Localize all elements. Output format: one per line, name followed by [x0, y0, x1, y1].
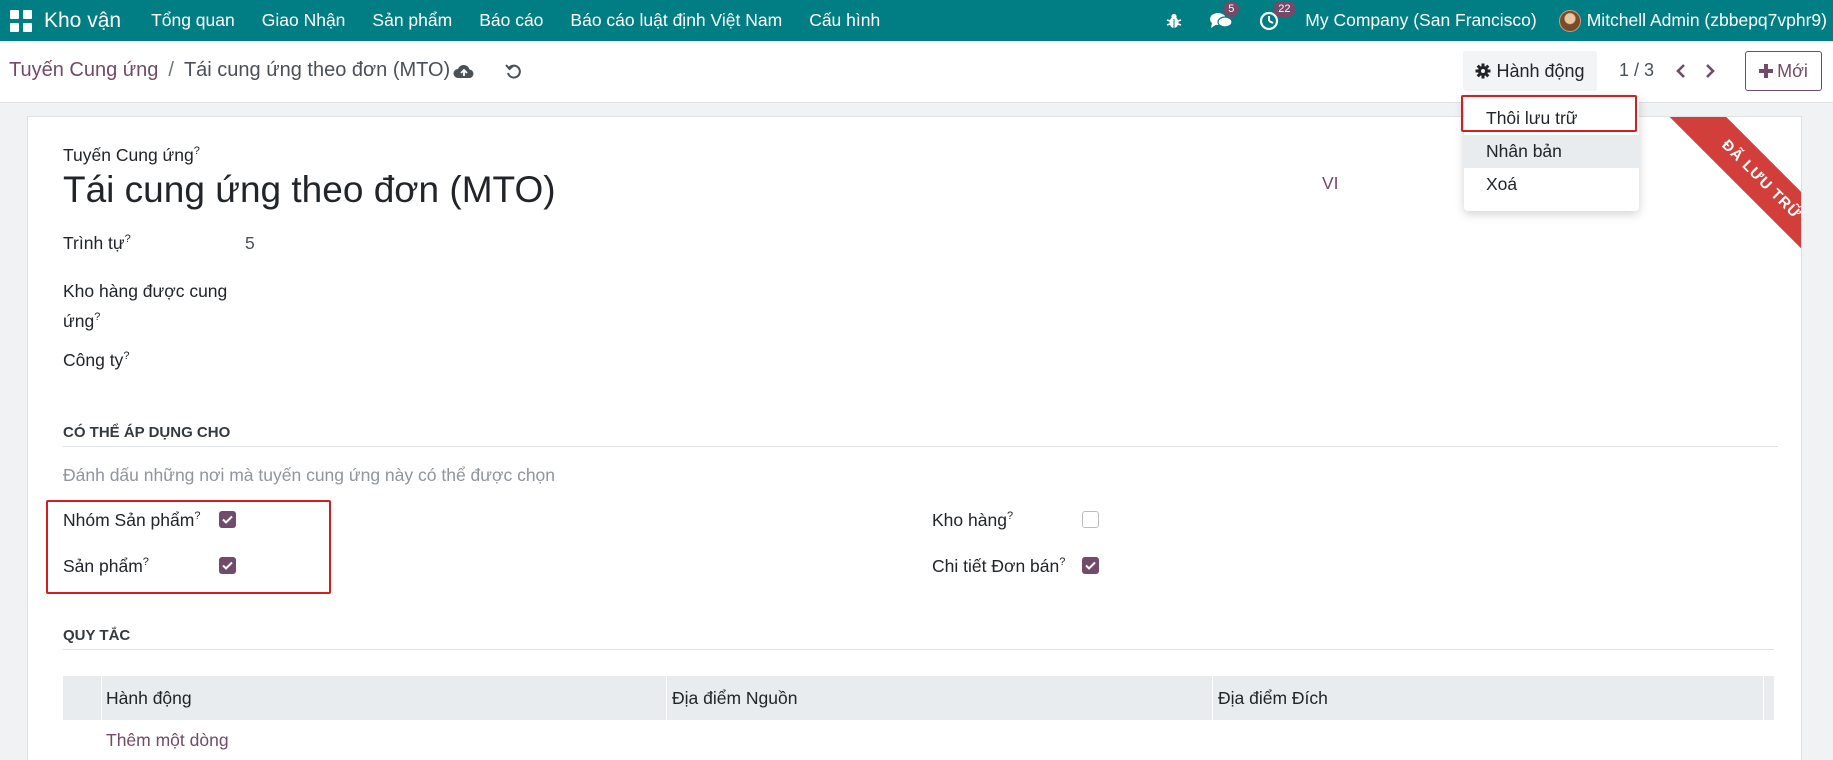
highlight-box-unarchive [1461, 95, 1637, 132]
add-line-link[interactable]: Thêm một dòng [106, 730, 229, 751]
action-menu-label: Hành động [1496, 60, 1585, 81]
company-label-text: Công ty [63, 350, 124, 370]
user-menu[interactable]: Mitchell Admin (zbbepq7vphr9) [1558, 9, 1827, 32]
supplied-warehouse-label-line1: Kho hàng được cung [63, 281, 228, 301]
top-navbar: Kho vận Tổng quan Giao Nhận Sản phẩm Báo… [0, 0, 1833, 41]
help-tooltip-icon[interactable]: ? [194, 145, 200, 157]
plus-icon [1759, 64, 1774, 78]
gear-icon [1475, 63, 1491, 79]
activities-count-badge: 22 [1273, 0, 1296, 17]
highlight-box-product-options [46, 500, 331, 594]
route-name-label-text: Tuyến Cung ứng [63, 145, 194, 165]
control-panel: Tuyến Cung ứng / Tái cung ứng theo đơn (… [0, 41, 1833, 103]
company-label: Công ty? [63, 350, 129, 371]
avatar [1558, 9, 1581, 32]
help-tooltip-icon[interactable]: ? [94, 311, 100, 323]
applicable-description: Đánh dấu những nơi mà tuyến cung ứng này… [63, 465, 556, 485]
column-header-source-location[interactable]: Địa điểm Nguồn [672, 688, 797, 709]
breadcrumb-current: Tái cung ứng theo đơn (MTO) [183, 59, 451, 81]
navbar-systray: 5 22 My Company (San Francisco) Mitchell… [1165, 0, 1833, 41]
route-name-field[interactable]: Tái cung ứng theo đơn (MTO) [63, 169, 556, 211]
sequence-label-text: Trình tự [63, 233, 125, 253]
rules-section-heading: QUY TẮC [63, 627, 131, 644]
messages-icon[interactable]: 5 [1209, 0, 1240, 31]
help-tooltip-icon[interactable]: ? [1007, 510, 1013, 522]
supplied-warehouse-field[interactable] [245, 282, 765, 310]
sequence-field[interactable]: 5 [245, 233, 255, 254]
help-tooltip-icon[interactable]: ? [125, 233, 131, 245]
column-divider [1212, 676, 1213, 720]
archived-ribbon: ĐÃ LƯU TRỮ [1642, 117, 1801, 276]
rules-table-header: Hành động Địa điểm Nguồn Địa điểm Đích [63, 676, 1774, 720]
debug-bug-icon[interactable] [1165, 12, 1183, 30]
save-cloud-icon[interactable] [451, 59, 477, 85]
menu-operations[interactable]: Giao Nhận [262, 10, 346, 31]
activities-clock-icon[interactable]: 22 [1259, 0, 1296, 31]
sale-order-line-label: Chi tiết Đơn bán? [932, 556, 1065, 577]
column-header-destination-location[interactable]: Địa điểm Đích [1218, 688, 1328, 709]
supplied-warehouse-label-line2: ứng [63, 310, 95, 331]
company-field[interactable] [245, 347, 765, 375]
section-divider [63, 446, 1778, 447]
new-record-button[interactable]: Mới [1745, 51, 1822, 91]
breadcrumb-separator: / [168, 59, 174, 81]
menu-configuration[interactable]: Cấu hình [809, 10, 880, 31]
warehouse-label-text: Kho hàng [932, 510, 1007, 530]
sale-order-line-checkbox[interactable] [1082, 557, 1099, 574]
help-tooltip-icon[interactable]: ? [123, 350, 129, 362]
new-record-label: Mới [1777, 60, 1808, 81]
section-divider [63, 649, 1774, 650]
menu-item-delete[interactable]: Xoá [1464, 168, 1639, 201]
pager-next-icon[interactable] [1700, 60, 1720, 82]
sale-order-line-label-text: Chi tiết Đơn bán [932, 556, 1060, 576]
company-switcher[interactable]: My Company (San Francisco) [1305, 10, 1536, 31]
app-brand[interactable]: Kho vận [44, 9, 121, 33]
breadcrumb-parent-link[interactable]: Tuyến Cung ứng [9, 59, 158, 82]
warehouse-checkbox[interactable] [1082, 511, 1099, 528]
archived-ribbon-text: ĐÃ LƯU TRỮ [1658, 117, 1801, 276]
checkmark-icon [1085, 561, 1096, 570]
form-sheet: ĐÃ LƯU TRỮ Tuyến Cung ứng? Tái cung ứng … [27, 116, 1802, 760]
menu-products[interactable]: Sản phẩm [372, 10, 452, 31]
discard-undo-icon[interactable] [501, 59, 527, 85]
supplied-warehouse-label: Kho hàng được cung ứng? [63, 278, 227, 334]
language-button[interactable]: VI [1322, 173, 1339, 194]
apps-menu-icon[interactable] [10, 9, 32, 32]
pager-previous-icon[interactable] [1671, 60, 1691, 82]
column-divider [666, 676, 667, 720]
column-header-action[interactable]: Hành động [106, 688, 192, 709]
pager-value[interactable]: 1 / 3 [1619, 60, 1654, 81]
column-divider [1763, 676, 1764, 720]
menu-reporting[interactable]: Báo cáo [479, 10, 543, 31]
menu-item-duplicate[interactable]: Nhân bản [1464, 135, 1639, 168]
user-name: Mitchell Admin (zbbepq7vphr9) [1586, 10, 1827, 30]
sequence-label: Trình tự? [63, 233, 131, 254]
help-tooltip-icon[interactable]: ? [1059, 556, 1065, 568]
breadcrumb: Tuyến Cung ứng / Tái cung ứng theo đơn (… [9, 59, 450, 82]
menu-overview[interactable]: Tổng quan [151, 10, 235, 31]
applicable-section-heading: CÓ THỂ ÁP DỤNG CHO [63, 424, 231, 441]
column-divider [101, 676, 102, 720]
action-menu-button[interactable]: Hành động [1463, 51, 1597, 91]
warehouse-label: Kho hàng? [932, 510, 1013, 531]
route-name-label: Tuyến Cung ứng? [63, 145, 200, 166]
menu-vn-statutory-reports[interactable]: Báo cáo luật định Việt Nam [570, 10, 782, 31]
messages-count-badge: 5 [1223, 0, 1240, 17]
